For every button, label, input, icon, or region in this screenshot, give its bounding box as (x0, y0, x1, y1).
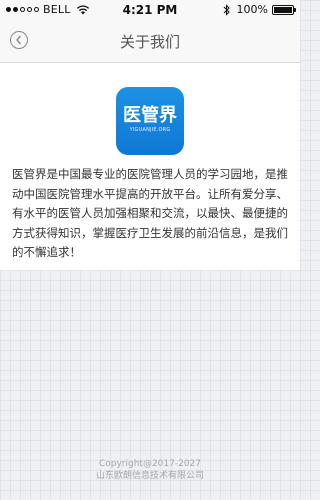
about-description: 医管界是中国最专业的医院管理人员的学习园地，是推动中国医院管理水平提高的开放平台… (12, 167, 288, 259)
app-logo: 医管界 YIGUANJIE.ORG (116, 87, 184, 155)
navigation-bar: 关于我们 (0, 20, 300, 63)
company-name: 山东欧朗信息技术有限公司 (95, 471, 204, 481)
page-title: 关于我们 (119, 33, 180, 51)
status-right: 100% (223, 3, 296, 16)
copyright-text: Copyright@2017-2027 (98, 459, 202, 469)
logo-text: 医管界 (123, 105, 177, 126)
footer: Copyright@2017-2027 山东欧朗信息技术有限公司 (0, 458, 300, 482)
battery-icon (272, 4, 296, 15)
battery-percentage: 100% (236, 3, 268, 16)
logo-subtext: YIGUANJIE.ORG (129, 127, 171, 133)
bluetooth-icon (223, 3, 230, 16)
status-bar: BELL 4:21 PM 100% (0, 0, 300, 20)
about-content-card: 医管界 YIGUANJIE.ORG 医管界是中国最专业的医院管理人员的学习园地，… (0, 63, 300, 270)
